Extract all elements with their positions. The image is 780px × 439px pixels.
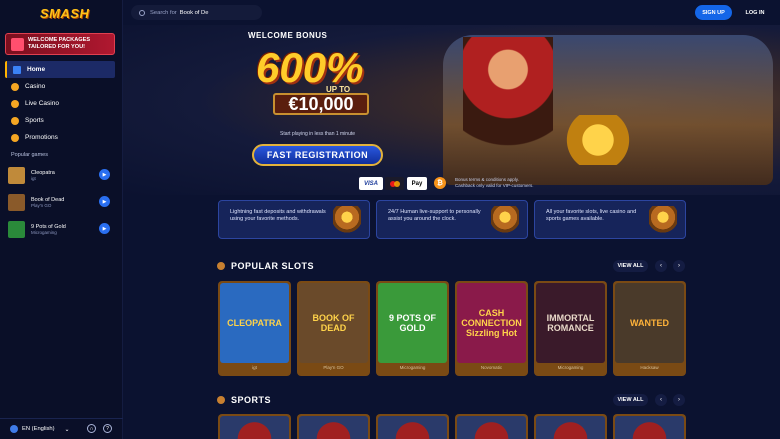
game-provider: Microgaming <box>31 230 57 235</box>
search-placeholder: Search for <box>150 9 177 16</box>
sports-row <box>218 414 686 439</box>
sports-card[interactable] <box>297 414 370 439</box>
sidebar-item-promotions[interactable]: Promotions <box>5 129 115 146</box>
popular-games-list: Cleopatra igt ▶ Book of Dead Play'n GO ▶ 9… <box>8 164 116 245</box>
sports-card[interactable] <box>376 414 449 439</box>
pirate-illustration <box>463 37 553 167</box>
headset-icon[interactable]: ∩ <box>87 424 96 433</box>
feature-cards: Lightning fast deposits and withdrawals … <box>218 200 686 239</box>
game-thumbnail <box>8 194 25 211</box>
visa-icon: VISA <box>359 177 383 190</box>
treasure-illustration <box>553 115 643 165</box>
sports-card[interactable] <box>218 414 291 439</box>
game-thumbnail <box>8 167 25 184</box>
game-card[interactable]: WANTED Hacksaw <box>613 281 686 376</box>
main-content: Search for Book of De SIGN UP LOG IN WEL… <box>123 0 780 439</box>
apple-pay-icon: Pay <box>407 177 427 190</box>
popular-slots-view-all[interactable]: VIEW ALL <box>613 260 648 272</box>
sidebar-item-home[interactable]: Home <box>5 61 115 78</box>
game-card[interactable]: CLEOPATRA igt <box>218 281 291 376</box>
promo-label: WELCOME PACKAGES TAILORED FOR YOU! <box>28 37 91 50</box>
smash-logo[interactable]: SMASH <box>40 6 89 21</box>
sidebar-nav: Home Casino Live Casino Sports Promotion… <box>5 61 115 146</box>
feature-card: All your favorite slots, live casino and… <box>534 200 686 239</box>
search-icon <box>139 9 145 16</box>
gift-icon <box>11 38 24 51</box>
play-icon[interactable]: ▶ <box>99 196 110 207</box>
sports-card[interactable] <box>613 414 686 439</box>
popular-game-item[interactable]: Cleopatra igt ▶ <box>8 164 116 187</box>
chevron-left-icon[interactable]: ‹ <box>655 394 667 406</box>
sidebar-footer: EN (English) ⌄ ∩ ? <box>0 418 123 439</box>
mastercard-icon <box>385 177 404 190</box>
game-thumbnail <box>8 221 25 238</box>
sidebar-item-live-casino[interactable]: Live Casino <box>5 95 115 112</box>
bonus-amount: €10,000 <box>273 93 369 115</box>
game-card[interactable]: CASH CONNECTION Sizzling Hot Novomatic <box>455 281 528 376</box>
sidebar: SMASH WELCOME PACKAGES TAILORED FOR YOU!… <box>0 0 123 439</box>
live-casino-icon <box>11 99 19 108</box>
chevron-down-icon[interactable]: ⌄ <box>65 426 70 433</box>
popular-game-item[interactable]: Book of Dead Play'n GO ▶ <box>8 191 116 214</box>
game-provider: Play'n GO <box>31 203 52 208</box>
popular-game-item[interactable]: 9 Pots of Gold Microgaming ▶ <box>8 218 116 241</box>
sports-ball-icon <box>217 396 225 404</box>
sports-title: SPORTS <box>217 395 271 405</box>
play-time-note: Start playing in less than 1 minute <box>280 131 356 137</box>
game-card[interactable]: IMMORTAL ROMANCE Microgaming <box>534 281 607 376</box>
bitcoin-icon: ₿ <box>434 177 446 189</box>
hero-banner <box>123 25 780 195</box>
game-card[interactable]: 9 POTS OF GOLD Microgaming <box>376 281 449 376</box>
welcome-bonus-title: WELCOME BONUS <box>248 31 328 40</box>
globe-icon <box>10 425 18 433</box>
search-value: Book of De <box>179 9 209 16</box>
search-input[interactable]: Search for Book of De <box>131 5 262 20</box>
fast-registration-button[interactable]: FAST REGISTRATION <box>252 144 383 166</box>
language-selector[interactable]: EN (English) <box>22 426 55 432</box>
sports-card[interactable] <box>534 414 607 439</box>
log-in-button[interactable]: LOG IN <box>740 5 770 20</box>
sports-icon <box>11 116 19 125</box>
home-icon <box>13 65 21 74</box>
treasure-chest-icon <box>333 206 361 234</box>
sidebar-item-casino[interactable]: Casino <box>5 78 115 95</box>
feature-card: 24/7 Human live-support to personally as… <box>376 200 528 239</box>
casino-icon <box>11 82 19 91</box>
play-icon[interactable]: ▶ <box>99 169 110 180</box>
heart-chest-icon <box>649 206 677 234</box>
play-icon[interactable]: ▶ <box>99 223 110 234</box>
bonus-terms: Bonus terms & conditions apply. Cashback… <box>455 177 534 188</box>
help-icon[interactable]: ? <box>103 424 112 433</box>
chevron-right-icon[interactable]: › <box>673 394 685 406</box>
game-provider: igt <box>31 176 36 181</box>
sign-up-button[interactable]: SIGN UP <box>695 5 732 20</box>
popular-slots-row: CLEOPATRA igt BOOK OF DEAD Play'n GO 9 POT… <box>218 281 686 376</box>
slots-icon <box>217 262 225 270</box>
chevron-left-icon[interactable]: ‹ <box>655 260 667 272</box>
chevron-right-icon[interactable]: › <box>673 260 685 272</box>
popular-games-title: Popular games <box>11 152 48 158</box>
sidebar-item-sports[interactable]: Sports <box>5 112 115 129</box>
compass-chest-icon <box>491 206 519 234</box>
popular-slots-title: POPULAR SLOTS <box>217 261 314 271</box>
promotions-icon <box>11 133 19 142</box>
sports-view-all[interactable]: VIEW ALL <box>613 394 648 406</box>
sports-card[interactable] <box>455 414 528 439</box>
top-bar: Search for Book of De SIGN UP LOG IN <box>123 0 780 25</box>
welcome-packages-banner[interactable]: WELCOME PACKAGES TAILORED FOR YOU! <box>5 33 115 55</box>
game-card[interactable]: BOOK OF DEAD Play'n GO <box>297 281 370 376</box>
feature-card: Lightning fast deposits and withdrawals … <box>218 200 370 239</box>
